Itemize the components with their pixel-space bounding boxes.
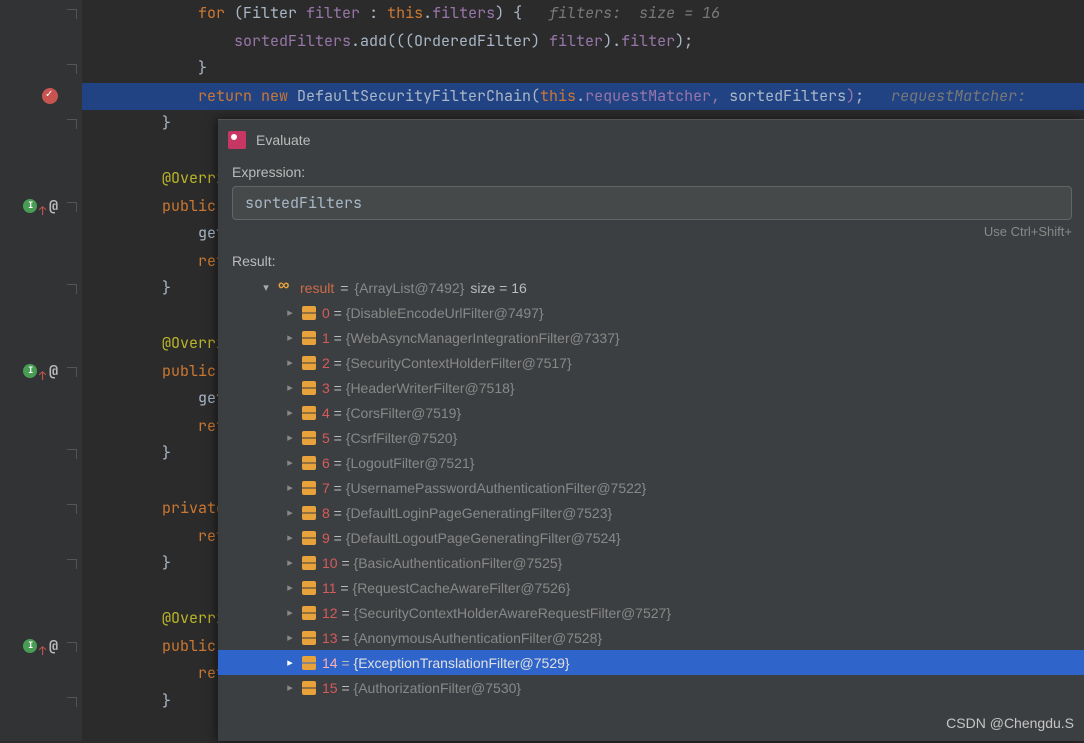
result-label: Result:	[218, 249, 1084, 273]
override-gutter-icon[interactable]: @	[12, 193, 62, 220]
chevron-right-icon[interactable]	[284, 481, 296, 494]
element-icon	[302, 681, 316, 695]
override-gutter-icon[interactable]: @	[12, 633, 62, 660]
element-icon	[302, 556, 316, 570]
element-icon	[302, 656, 316, 670]
line-number-gutter	[0, 0, 12, 741]
element-icon	[302, 531, 316, 545]
element-icon	[302, 331, 316, 345]
chevron-right-icon[interactable]	[284, 331, 296, 344]
chevron-right-icon[interactable]	[284, 681, 296, 694]
element-icon	[302, 406, 316, 420]
element-icon	[302, 306, 316, 320]
override-gutter-icon[interactable]: @	[12, 358, 62, 385]
breakpoint-icon[interactable]	[12, 83, 62, 110]
fold-column	[62, 0, 82, 741]
result-item[interactable]: 3 = {HeaderWriterFilter@7518}	[218, 375, 1084, 400]
result-item[interactable]: 5 = {CsrfFilter@7520}	[218, 425, 1084, 450]
expression-input[interactable]	[232, 186, 1072, 220]
element-icon	[302, 581, 316, 595]
fold-marker[interactable]	[67, 119, 77, 129]
watermark: CSDN @Chengdu.S	[946, 715, 1074, 731]
evaluate-dialog: Evaluate Expression: Use Ctrl+Shift+ Res…	[218, 119, 1084, 741]
chevron-right-icon[interactable]	[284, 531, 296, 544]
evaluate-icon	[228, 131, 246, 149]
element-icon	[302, 431, 316, 445]
fold-marker[interactable]	[67, 64, 77, 74]
expression-label: Expression:	[218, 160, 1084, 184]
chevron-right-icon[interactable]	[284, 456, 296, 469]
result-item[interactable]: 7 = {UsernamePasswordAuthenticationFilte…	[218, 475, 1084, 500]
element-icon	[302, 631, 316, 645]
result-item[interactable]: 4 = {CorsFilter@7519}	[218, 400, 1084, 425]
chevron-right-icon[interactable]	[284, 356, 296, 369]
chevron-right-icon[interactable]	[284, 431, 296, 444]
code-line[interactable]: sortedFilters.add(((OrderedFilter) filte…	[82, 28, 1084, 56]
result-item[interactable]: 1 = {WebAsyncManagerIntegrationFilter@73…	[218, 325, 1084, 350]
fold-marker[interactable]	[67, 367, 77, 377]
result-item[interactable]: 13 = {AnonymousAuthenticationFilter@7528…	[218, 625, 1084, 650]
fold-marker[interactable]	[67, 559, 77, 569]
code-line[interactable]: }	[82, 55, 1084, 83]
element-icon	[302, 506, 316, 520]
result-item[interactable]: 2 = {SecurityContextHolderFilter@7517}	[218, 350, 1084, 375]
result-item[interactable]: 11 = {RequestCacheAwareFilter@7526}	[218, 575, 1084, 600]
fold-marker[interactable]	[67, 504, 77, 514]
element-icon	[302, 456, 316, 470]
chevron-right-icon[interactable]	[284, 506, 296, 519]
fold-marker[interactable]	[67, 697, 77, 707]
result-tree[interactable]: result = {ArrayList@7492} size = 160 = {…	[218, 273, 1084, 702]
result-icon	[278, 281, 294, 295]
result-item[interactable]: 12 = {SecurityContextHolderAwareRequestF…	[218, 600, 1084, 625]
chevron-right-icon[interactable]	[284, 306, 296, 319]
fold-marker[interactable]	[67, 642, 77, 652]
element-icon	[302, 356, 316, 370]
code-line[interactable]: for (Filter filter : this.filters) { fil…	[82, 0, 1084, 28]
result-item[interactable]: 14 = {ExceptionTranslationFilter@7529}	[218, 650, 1084, 675]
element-icon	[302, 481, 316, 495]
result-item[interactable]: 9 = {DefaultLogoutPageGeneratingFilter@7…	[218, 525, 1084, 550]
result-root-node[interactable]: result = {ArrayList@7492} size = 16	[218, 275, 1084, 300]
result-item[interactable]: 8 = {DefaultLoginPageGeneratingFilter@75…	[218, 500, 1084, 525]
dialog-title: Evaluate	[256, 132, 310, 148]
element-icon	[302, 381, 316, 395]
gutter-icon-column: @ @ @	[12, 0, 62, 741]
chevron-right-icon[interactable]	[284, 656, 296, 669]
chevron-right-icon[interactable]	[284, 381, 296, 394]
code-line[interactable]: return new DefaultSecurityFilterChain(th…	[82, 83, 1084, 111]
result-item[interactable]: 10 = {BasicAuthenticationFilter@7525}	[218, 550, 1084, 575]
chevron-right-icon[interactable]	[284, 556, 296, 569]
chevron-down-icon[interactable]	[260, 281, 272, 294]
result-item[interactable]: 0 = {DisableEncodeUrlFilter@7497}	[218, 300, 1084, 325]
chevron-right-icon[interactable]	[284, 581, 296, 594]
fold-marker[interactable]	[67, 284, 77, 294]
fold-marker[interactable]	[67, 202, 77, 212]
dialog-header: Evaluate	[218, 120, 1084, 160]
result-item[interactable]: 15 = {AuthorizationFilter@7530}	[218, 675, 1084, 700]
chevron-right-icon[interactable]	[284, 406, 296, 419]
chevron-right-icon[interactable]	[284, 631, 296, 644]
fold-marker[interactable]	[67, 9, 77, 19]
shortcut-hint: Use Ctrl+Shift+	[218, 220, 1084, 249]
element-icon	[302, 606, 316, 620]
fold-marker[interactable]	[67, 449, 77, 459]
result-item[interactable]: 6 = {LogoutFilter@7521}	[218, 450, 1084, 475]
chevron-right-icon[interactable]	[284, 606, 296, 619]
